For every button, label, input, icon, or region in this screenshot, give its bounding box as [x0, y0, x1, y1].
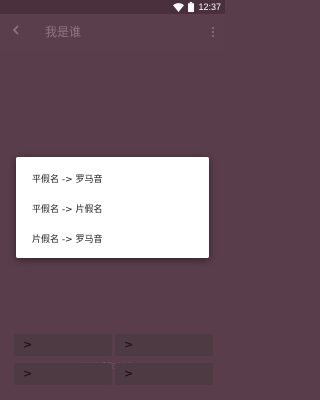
dialog-option-katakana-romaji[interactable]: 片假名 -> 罗马音	[16, 223, 209, 253]
page-title: 我是谁	[45, 25, 82, 39]
chevron-right-icon: >	[23, 338, 33, 351]
chevron-right-icon: >	[124, 338, 134, 351]
wifi-icon	[173, 2, 185, 12]
answer-button-2[interactable]: >	[115, 334, 213, 356]
answer-button-3[interactable]: >	[14, 363, 112, 385]
app-bar: 我是谁	[0, 14, 225, 50]
mode-select-dialog: 平假名 -> 罗马音 平假名 -> 片假名 片假名 -> 罗马音	[16, 157, 209, 258]
answer-button-4[interactable]: >	[115, 363, 213, 385]
status-time: 12:37	[198, 2, 221, 12]
dialog-option-hiragana-romaji[interactable]: 平假名 -> 罗马音	[16, 163, 209, 193]
back-arrow-icon[interactable]	[10, 24, 26, 40]
answer-button-1[interactable]: >	[14, 334, 112, 356]
chevron-right-icon: >	[124, 367, 134, 380]
dialog-option-hiragana-katakana[interactable]: 平假名 -> 片假名	[16, 193, 209, 223]
battery-icon	[188, 2, 195, 12]
overflow-menu-icon[interactable]	[209, 24, 217, 40]
status-icons: 12:37	[173, 1, 221, 13]
chevron-right-icon: >	[23, 367, 33, 380]
status-bar: 12:37	[0, 0, 225, 14]
